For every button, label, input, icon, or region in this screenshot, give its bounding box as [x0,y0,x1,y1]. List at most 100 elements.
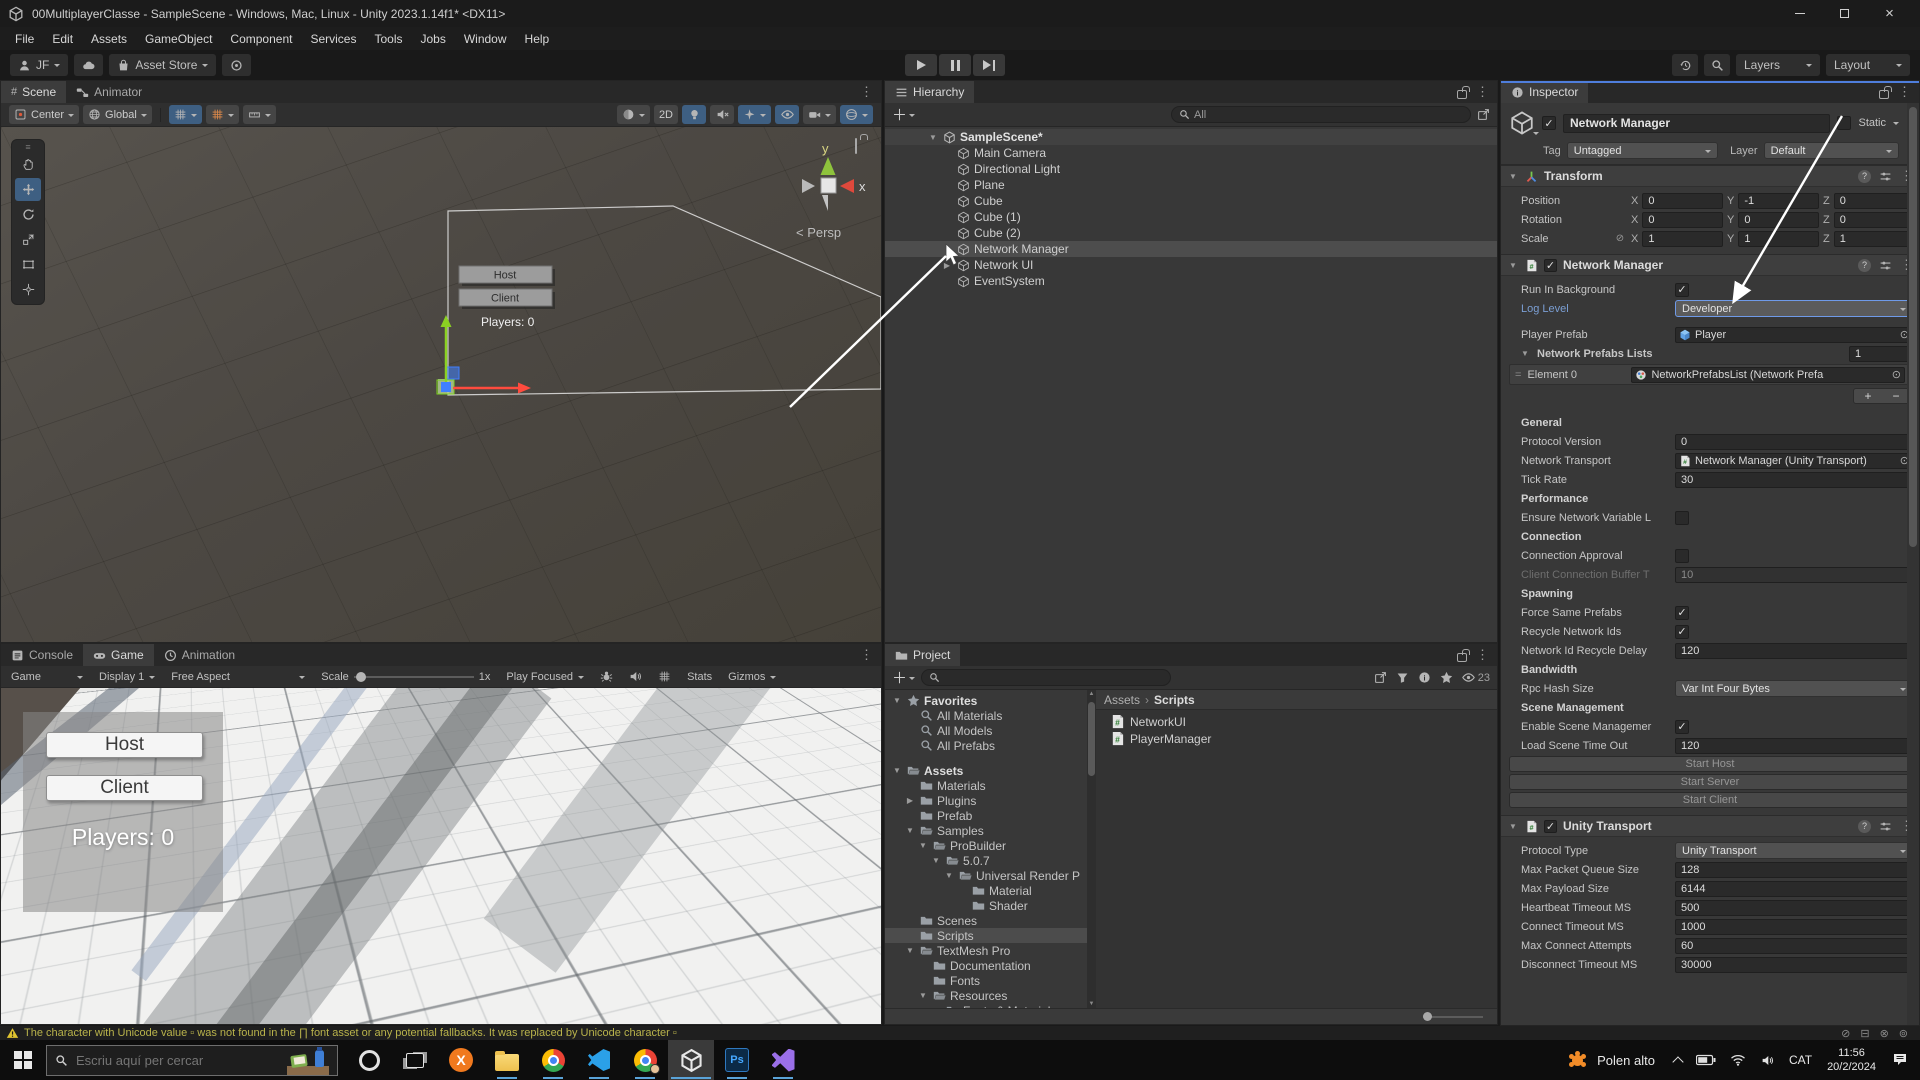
cloud-button[interactable] [74,54,104,76]
help-icon[interactable]: ? [1858,258,1871,272]
list-element-element-0[interactable]: = Element 0 NetworkPrefabsList (Network Pr… [1509,364,1911,385]
force-same-prefabs-checkbox[interactable] [1675,605,1689,620]
menu-window[interactable]: Window [455,32,516,46]
foldout-icon[interactable]: ▼ [1521,349,1533,358]
hierarchy-item-cube-2[interactable]: Cube (2) [885,225,1497,241]
taskbar-photoshop[interactable]: Ps [714,1040,760,1080]
max-connect-attempts-input[interactable]: 60 [1675,937,1913,954]
hierarchy-item-cube[interactable]: Cube [885,193,1497,209]
console-warning-text[interactable]: The character with Unicode value ▫ was n… [24,1027,677,1039]
gizmo-center[interactable] [441,382,451,392]
language-indicator[interactable]: CAT [1782,1053,1819,1067]
taskbar-search[interactable] [46,1044,338,1076]
project-tree-item-scenes[interactable]: Scenes [885,913,1087,928]
lock-icon[interactable] [1457,648,1470,662]
move-tool[interactable] [15,178,41,201]
remove-element-button[interactable]: − [1882,389,1910,403]
hidden-packages-toggle[interactable]: 23 [1462,671,1490,684]
maximize-button[interactable] [1822,0,1867,27]
scale-z-input[interactable]: 1 [1833,230,1915,247]
asset-store-button[interactable]: Asset Store [109,54,217,76]
gizmo-xy-handle[interactable] [446,366,460,380]
inspector-menu-icon[interactable]: ⋮ [1898,84,1911,100]
static-dropdown-icon[interactable] [1893,122,1899,128]
project-tree-item-shader[interactable]: Shader [885,898,1087,913]
help-icon[interactable]: ? [1858,819,1871,833]
project-tree-item-documentation[interactable]: Documentation [885,958,1087,973]
drag-handle-icon[interactable]: = [1515,369,1521,381]
aspect-dropdown[interactable]: Free Aspect [163,666,313,687]
rotation-z-input[interactable]: 0 [1833,211,1915,228]
version-control-button[interactable] [222,54,252,76]
volume-icon[interactable] [1753,1054,1782,1067]
weather-widget[interactable]: Polen alto [1554,1049,1667,1072]
foldout-icon[interactable]: ▼ [1507,261,1519,270]
preset-icon[interactable] [1879,820,1892,833]
notifications-muted-icon[interactable]: ⊘ [1841,1027,1850,1040]
menu-help[interactable]: Help [516,32,559,46]
2d-toggle[interactable]: 2D [653,105,678,124]
ruler-button[interactable] [242,105,276,124]
foldout-icon[interactable]: ▼ [1507,822,1519,831]
popout-icon[interactable] [1477,108,1490,121]
display-dropdown[interactable]: Display 1 [91,666,163,687]
rotate-tool[interactable] [15,203,41,226]
project-tree-item-universal-render-p[interactable]: ▼ Universal Render P [885,868,1087,883]
unity-transport-component-header[interactable]: ▼ Unity Transport ? ⋮ [1501,815,1919,837]
taskbar-explorer[interactable] [484,1040,530,1080]
scale-slider[interactable]: Scale 1x [313,666,498,687]
foldout-icon[interactable]: ▼ [917,841,929,850]
protocol-version-input[interactable]: 0 [1675,433,1913,450]
element-object-field[interactable]: NetworkPrefabsList (Network Prefa ⊙ [1631,366,1905,383]
scale-y-input[interactable]: 1 [1738,230,1819,247]
pause-button[interactable] [939,54,971,76]
load-scene-time-out-input[interactable]: 120 [1675,737,1913,754]
undo-history-button[interactable] [1672,54,1698,76]
breadcrumb-root[interactable]: Assets [1104,693,1140,707]
scene-viewport[interactable]: ≡ Host Client Players: 0 y x < Persp [1,127,881,642]
taskbar-chrome-profile[interactable] [622,1040,668,1080]
tab-scene[interactable]: # Scene [1,81,67,103]
wifi-icon[interactable] [1723,1054,1753,1066]
mute-audio-button[interactable] [621,666,650,687]
lock-icon[interactable] [1457,85,1470,99]
tab-console[interactable]: Console [1,644,83,666]
lock-icon[interactable] [1879,85,1892,99]
tab-animation[interactable]: Animation [154,644,245,666]
project-tree-item-plugins[interactable]: ▶ Plugins [885,793,1087,808]
hierarchy-item-directional-light[interactable]: Directional Light [885,161,1497,177]
static-checkbox[interactable] [1837,116,1852,130]
project-menu-icon[interactable]: ⋮ [1476,647,1489,663]
tab-project[interactable]: Project [885,644,961,666]
menu-tools[interactable]: Tools [365,32,411,46]
foldout-icon[interactable]: ▼ [1507,172,1519,181]
filter-icon[interactable] [1396,671,1409,684]
taskbar-vscode[interactable] [576,1040,622,1080]
taskbar-unity[interactable] [668,1040,714,1080]
tab-inspector[interactable]: Inspector [1501,81,1589,103]
list-network-prefabs-lists[interactable]: ▼ Network Prefabs Lists 1 [1505,344,1915,363]
scale-tool[interactable] [15,228,41,251]
position-z-input[interactable]: 0 [1833,192,1915,209]
effects-dropdown[interactable] [738,105,771,124]
project-tree-item-favorites[interactable]: ▼ Favorites [885,693,1087,708]
disconnect-timeout-ms-input[interactable]: 30000 [1675,956,1913,973]
stats-button[interactable]: Stats [679,666,720,687]
handle-orientation-dropdown[interactable]: Global [83,105,152,124]
foldout-icon[interactable]: ▼ [891,696,903,705]
project-tree-item-fonts[interactable]: Fonts [885,973,1087,988]
asset-playermanager[interactable]: PlayerManager [1096,730,1497,747]
component-enabled-checkbox[interactable] [1544,819,1557,833]
rpc-hash-size-dropdown[interactable]: Var Int Four Bytes [1675,680,1913,697]
icon-size-slider[interactable] [1423,1012,1483,1021]
transform-tool[interactable] [15,278,41,301]
game-gizmos-dropdown[interactable]: Gizmos [720,666,784,687]
foldout-icon[interactable]: ▼ [904,826,916,835]
asset-networkui[interactable]: NetworkUI [1096,713,1497,730]
log-level-dropdown[interactable]: Developer [1675,300,1913,317]
connect-timeout-ms-input[interactable]: 1000 [1675,918,1913,935]
hierarchy-item-eventsystem[interactable]: EventSystem [885,273,1497,289]
hand-tool[interactable] [15,153,41,176]
tab-game[interactable]: Game [83,644,154,666]
host-button[interactable]: Host [46,732,203,758]
